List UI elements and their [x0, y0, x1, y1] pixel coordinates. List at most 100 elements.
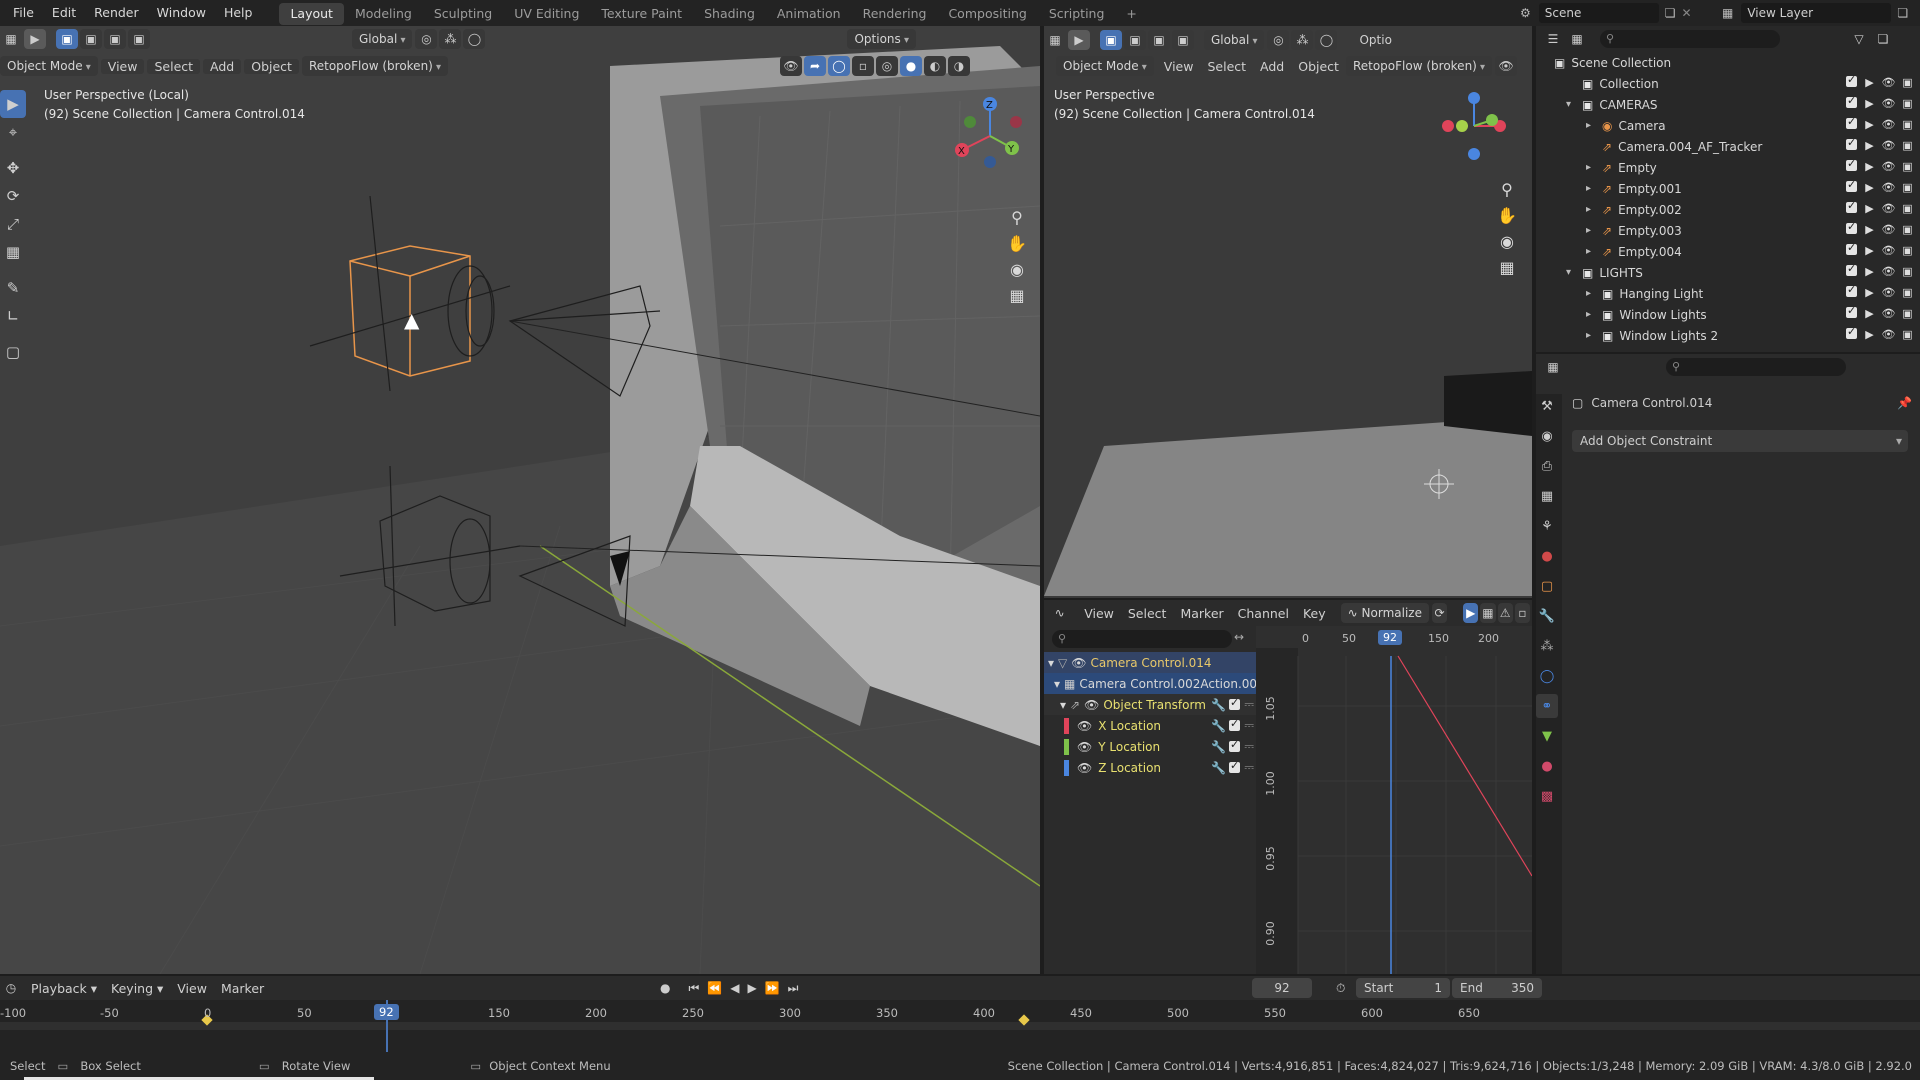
tab-compositing[interactable]: Compositing — [937, 3, 1037, 25]
channel-row-y-location[interactable]: 👁 Y Location 🔧 ⎓ — [1044, 736, 1256, 757]
graph-menu-channel[interactable]: Channel — [1231, 606, 1296, 621]
play-reverse-icon[interactable]: ◀ — [730, 981, 739, 995]
selectable-arrow-icon[interactable]: ▶ — [1863, 160, 1876, 173]
eye-icon[interactable]: 👁 — [1882, 181, 1896, 194]
rendered-shading-icon[interactable]: ◑ — [948, 56, 970, 76]
refresh-icon[interactable]: ⟳ — [1431, 603, 1448, 623]
eye-icon[interactable]: 👁 — [1882, 118, 1896, 131]
snap-icon-right[interactable]: ⁂ — [1291, 30, 1314, 50]
eye-icon[interactable]: 👁 — [1077, 719, 1092, 733]
tab-scripting[interactable]: Scripting — [1038, 3, 1116, 25]
render-camera-icon[interactable]: ▣ — [1901, 76, 1914, 89]
world-tab-icon[interactable]: ● — [1536, 544, 1558, 568]
retopoflow-menu-right[interactable]: RetopoFlow (broken) — [1345, 56, 1493, 76]
expand-arrow-icon[interactable]: ▸ — [1586, 120, 1598, 131]
channel-row-group[interactable]: ▾ ⇗ 👁 Object Transform 🔧 ⎓ — [1044, 694, 1256, 715]
lock-icon[interactable]: ⎓ — [1244, 760, 1254, 775]
select-mode-new-icon[interactable]: ▣ — [56, 29, 78, 49]
mute-checkbox[interactable] — [1229, 717, 1240, 731]
navigation-gizmo-right[interactable] — [1434, 86, 1514, 166]
graph-menu-select[interactable]: Select — [1121, 606, 1174, 621]
camera-view-icon-right[interactable]: ◉ — [1494, 228, 1520, 254]
only-errors-icon[interactable]: ⚠ — [1497, 603, 1513, 623]
lock-icon[interactable]: ⎓ — [1244, 718, 1254, 733]
options-dropdown[interactable]: Options — [847, 29, 916, 49]
timeline-current-frame-marker[interactable]: 92 — [374, 1004, 399, 1020]
menu-add-right[interactable]: Add — [1253, 59, 1291, 74]
outliner-item[interactable]: ⇗ Camera.004_AF_Tracker ▶ 👁 ▣ — [1536, 136, 1920, 157]
solid-shading-icon[interactable]: ● — [900, 56, 922, 76]
selectable-arrow-icon[interactable]: ▶ — [1863, 265, 1876, 278]
gizmo-toggle-icon[interactable]: ➦ — [804, 56, 826, 76]
outliner-item[interactable]: ▸ ⇗ Empty.002 ▶ 👁 ▣ — [1536, 199, 1920, 220]
pan-hand-icon[interactable]: ✋ — [1004, 230, 1030, 256]
selectable-arrow-icon[interactable]: ▶ — [1863, 328, 1876, 341]
outliner-editor-type-icon[interactable]: ☰ — [1542, 29, 1564, 49]
only-selected-icon[interactable]: ▶ — [1463, 603, 1479, 623]
eye-icon[interactable]: 👁 — [1882, 223, 1896, 236]
mute-checkbox[interactable] — [1229, 696, 1240, 710]
add-workspace-button[interactable]: + — [1115, 3, 1147, 25]
expand-arrow-icon[interactable]: ▾ — [1566, 267, 1578, 278]
proportional-editing-icon-right[interactable]: ◯ — [1315, 30, 1338, 50]
render-tab-icon[interactable]: ◉ — [1536, 424, 1558, 448]
scene-name[interactable]: Scene — [1538, 3, 1659, 23]
camera-view-icon[interactable]: ◉ — [1004, 256, 1030, 282]
wrench-icon[interactable]: 🔧 — [1211, 698, 1226, 712]
exclude-checkbox[interactable] — [1846, 325, 1857, 339]
visibility-icon[interactable]: 👁 — [780, 56, 802, 76]
outliner-root[interactable]: ▣ Scene Collection — [1536, 52, 1920, 73]
remove-scene-icon[interactable]: ✕ — [1682, 6, 1692, 20]
menu-render[interactable]: Render — [85, 0, 148, 26]
zoom-icon[interactable]: ⚲ — [1004, 204, 1030, 230]
next-keyframe-icon[interactable]: ⏩ — [765, 981, 780, 995]
current-frame-field[interactable]: 92 — [1252, 978, 1312, 998]
select-mode-extend-icon-right[interactable]: ▣ — [1124, 30, 1146, 50]
record-icon[interactable]: ● — [660, 981, 670, 995]
selectable-arrow-icon[interactable]: ▶ — [1863, 202, 1876, 215]
material-tab-icon[interactable]: ● — [1536, 754, 1558, 778]
move-tool-icon[interactable]: ✥ — [0, 154, 26, 182]
menu-object[interactable]: Object — [244, 58, 299, 74]
timeline-track[interactable] — [0, 1000, 1920, 1052]
eye-icon[interactable]: 👁 — [1882, 307, 1896, 320]
tab-texture-paint[interactable]: Texture Paint — [590, 3, 693, 25]
selectable-arrow-icon[interactable]: ▶ — [1863, 139, 1876, 152]
selectable-arrow-icon[interactable]: ▶ — [1863, 286, 1876, 299]
navigation-gizmo-left[interactable]: Z X Y — [950, 96, 1030, 176]
zoom-icon-right[interactable]: ⚲ — [1494, 176, 1520, 202]
exclude-checkbox[interactable] — [1846, 73, 1857, 87]
exclude-checkbox[interactable] — [1846, 94, 1857, 108]
transform-orientation-dropdown-right[interactable]: Global — [1204, 30, 1265, 50]
xray-toggle-icon[interactable]: ▫ — [852, 56, 874, 76]
viewport-right[interactable]: ▦ ▶ ▣ ▣ ▣ ▣ Global ◎ ⁂ ◯ Optio Object Mo… — [1044, 26, 1532, 598]
expand-arrow-icon[interactable]: ▾ — [1566, 99, 1578, 110]
display-mode-icon[interactable]: ▦ — [1566, 29, 1588, 49]
channel-row-z-location[interactable]: 👁 Z Location 🔧 ⎓ — [1044, 757, 1256, 778]
timeline-editor-type-icon[interactable]: ◷ — [0, 978, 22, 998]
tab-modeling[interactable]: Modeling — [344, 3, 423, 25]
outliner-item[interactable]: ▣ Collection ▶ 👁 ▣ — [1536, 73, 1920, 94]
object-tab-icon[interactable]: ▢ — [1536, 574, 1558, 598]
exclude-checkbox[interactable] — [1846, 241, 1857, 255]
selectable-arrow-icon[interactable]: ▶ — [1863, 76, 1876, 89]
exclude-checkbox[interactable] — [1846, 262, 1857, 276]
exclude-checkbox[interactable] — [1846, 178, 1857, 192]
channel-search-field[interactable]: ⚲ — [1052, 630, 1232, 648]
jump-start-icon[interactable]: ⏮ — [688, 981, 699, 996]
menu-add[interactable]: Add — [203, 58, 242, 74]
material-shading-icon[interactable]: ◐ — [924, 56, 946, 76]
render-camera-icon[interactable]: ▣ — [1901, 181, 1914, 194]
wrench-icon[interactable]: 🔧 — [1211, 719, 1226, 733]
editor-type-icon[interactable]: ▦ — [0, 29, 22, 49]
tab-rendering[interactable]: Rendering — [852, 3, 938, 25]
exclude-checkbox[interactable] — [1846, 199, 1857, 213]
transform-tool-icon[interactable]: ▦ — [0, 238, 26, 266]
pan-hand-icon-right[interactable]: ✋ — [1494, 202, 1520, 228]
cursor-tool-icon[interactable]: ⌖ — [0, 118, 26, 146]
add-object-constraint-dropdown[interactable]: Add Object Constraint ▾ — [1572, 430, 1908, 452]
mode-dropdown-right[interactable]: Object Mode — [1056, 56, 1154, 76]
eye-icon[interactable]: 👁 — [1882, 328, 1896, 341]
proportional-editing-icon[interactable]: ◯ — [463, 29, 486, 49]
select-tool-icon[interactable]: ▶ — [24, 29, 46, 49]
